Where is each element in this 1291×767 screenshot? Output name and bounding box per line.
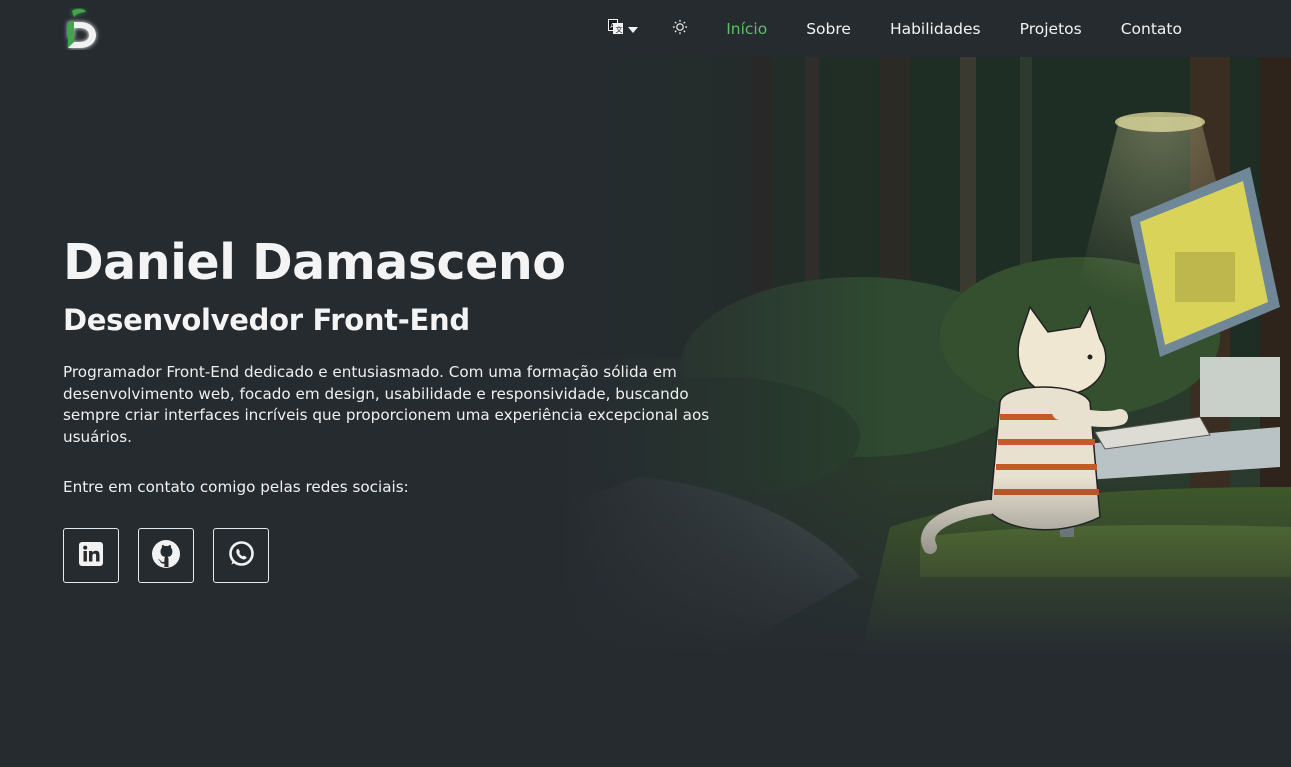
whatsapp-button[interactable]	[213, 528, 269, 583]
hero-section: Daniel Damasceno Desenvolvedor Front-End…	[63, 230, 743, 496]
nav-link-inicio[interactable]: Início	[726, 20, 767, 38]
hero-role: Desenvolvedor Front-End	[63, 303, 470, 337]
hero-name: Daniel Damasceno	[63, 234, 566, 291]
linkedin-icon	[78, 541, 104, 571]
github-button[interactable]	[138, 528, 194, 583]
social-links	[63, 528, 269, 583]
linkedin-button[interactable]	[63, 528, 119, 583]
nav-link-projetos[interactable]: Projetos	[1020, 20, 1082, 38]
svg-text:A: A	[610, 22, 615, 30]
sun-icon	[672, 19, 688, 39]
whatsapp-icon	[227, 540, 255, 572]
svg-text:文: 文	[616, 25, 623, 34]
nav-link-contato[interactable]: Contato	[1121, 20, 1182, 38]
github-icon	[151, 539, 181, 573]
chevron-down-icon	[628, 19, 639, 38]
nav-link-habilidades[interactable]: Habilidades	[890, 20, 981, 38]
contact-prompt: Entre em contato comigo pelas redes soci…	[63, 478, 409, 496]
language-selector[interactable]: A 文	[608, 18, 639, 39]
logo[interactable]	[62, 8, 102, 50]
nav-link-sobre[interactable]: Sobre	[806, 20, 851, 38]
hero-description: Programador Front-End dedicado e entusia…	[63, 363, 710, 446]
translate-icon: A 文	[608, 18, 624, 39]
main-nav: A 文 Início Sobre Habilidades Projetos Co…	[608, 0, 1182, 57]
theme-toggle[interactable]	[672, 19, 688, 39]
